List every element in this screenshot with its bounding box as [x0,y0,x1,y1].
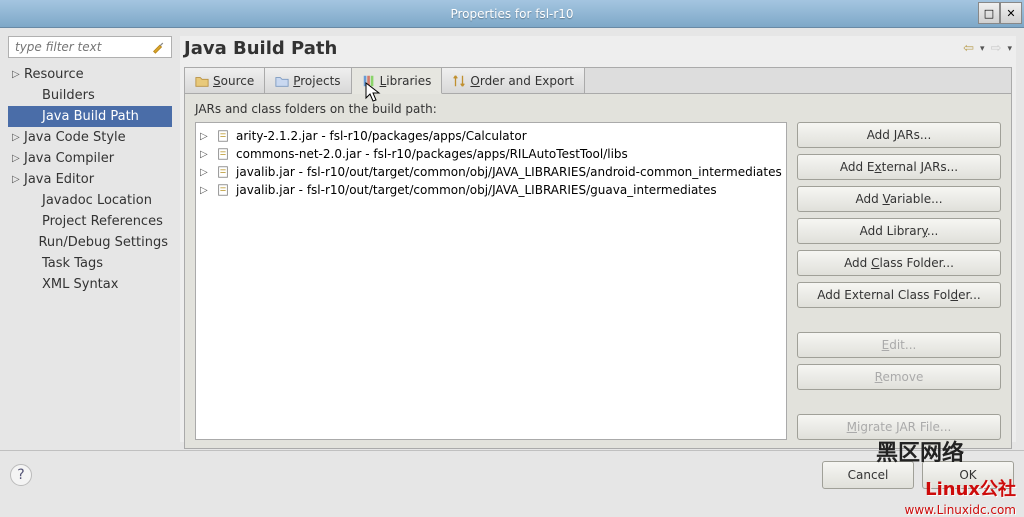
tree-item-label: Task Tags [42,256,103,271]
jar-file-icon [216,147,230,161]
tree-item-label: Project References [42,214,163,229]
tree-item-label: Java Build Path [42,109,139,124]
forward-icon: ⇨ [991,41,1002,56]
twisty-icon: ▷ [12,69,24,80]
twisty-icon: ▷ [200,185,210,196]
tree-item-label: Java Code Style [24,130,126,145]
left-panel: ▷ResourceBuildersJava Build Path▷Java Co… [8,36,172,442]
forward-menu-icon[interactable]: ▾ [1007,44,1012,54]
tree-item-xml-syntax[interactable]: XML Syntax [8,274,172,295]
window-title: Properties for fsl-r10 [450,7,573,21]
nav-arrows: ⇦ ▾ ⇨ ▾ [963,41,1012,56]
cancel-button[interactable]: Cancel [822,461,914,489]
tab-projects-label: rojects [300,74,340,88]
tab-projects[interactable]: Projects [265,68,351,93]
tree-item-label: Java Editor [24,172,94,187]
jar-row[interactable]: ▷ javalib.jar - fsl-r10/out/target/common… [200,163,782,181]
twisty-icon: ▷ [200,149,210,160]
tree-item-label: XML Syntax [42,277,118,292]
tab-source-label: ource [221,74,255,88]
watermark-url: www.Linuxidc.com [905,503,1016,517]
tab-source[interactable]: Source [185,68,265,93]
tree-item-java-editor[interactable]: ▷Java Editor [8,169,172,190]
tabs: Source Projects Libraries Order and Expo… [185,68,1011,94]
tree-item-label: Javadoc Location [42,193,152,208]
tree-item-run-debug-settings[interactable]: Run/Debug Settings [8,232,172,253]
window-controls: □ ✕ [978,2,1022,24]
page-title: Java Build Path [184,38,337,59]
jar-row[interactable]: ▷ commons-net-2.0.jar - fsl-r10/packages/… [200,145,782,163]
tab-container: Source Projects Libraries Order and Expo… [184,67,1012,449]
source-folder-icon [195,74,209,88]
filter-box [8,36,172,58]
filter-input[interactable] [15,40,135,54]
help-icon[interactable]: ? [10,464,32,486]
jar-file-icon [216,129,230,143]
nav-tree: ▷ResourceBuildersJava Build Path▷Java Co… [8,64,172,295]
add-external-class-folder-button[interactable]: Add External Class Folder... [797,282,1001,308]
jar-label: javalib.jar - fsl-r10/out/target/common/… [236,183,717,197]
jar-row[interactable]: ▷ arity-2.1.2.jar - fsl-r10/packages/apps… [200,127,782,145]
order-icon [452,74,466,88]
back-menu-icon[interactable]: ▾ [980,44,985,54]
tree-item-java-build-path[interactable]: Java Build Path [8,106,172,127]
add-library-button[interactable]: Add Library... [797,218,1001,244]
tab-order-label: rder and Export [480,74,574,88]
tree-item-java-code-style[interactable]: ▷Java Code Style [8,127,172,148]
migrate-button: Migrate JAR File... [797,414,1001,440]
jar-file-icon [216,165,230,179]
twisty-icon: ▷ [12,174,24,185]
ok-button[interactable]: OK [922,461,1014,489]
tree-item-label: Resource [24,67,84,82]
add-class-folder-button[interactable]: Add Class Folder... [797,250,1001,276]
tab-libraries[interactable]: Libraries [352,68,443,94]
button-column: Add JARs... Add External JARs... Add Var… [797,122,1001,440]
remove-button: Remove [797,364,1001,390]
jar-label: javalib.jar - fsl-r10/out/target/common/… [236,165,782,179]
add-external-jars-button[interactable]: Add External JARs... [797,154,1001,180]
add-jars-button[interactable]: Add JARs... [797,122,1001,148]
tab-libraries-label: ibraries [386,74,431,88]
tree-item-builders[interactable]: Builders [8,85,172,106]
tree-item-project-references[interactable]: Project References [8,211,172,232]
right-panel: Java Build Path ⇦ ▾ ⇨ ▾ Source Projects Li… [180,36,1016,442]
twisty-icon: ▷ [12,132,24,143]
jar-file-icon [216,183,230,197]
twisty-icon: ▷ [200,167,210,178]
jar-label: arity-2.1.2.jar - fsl-r10/packages/apps/… [236,129,527,143]
tree-item-label: Builders [42,88,95,103]
close-button[interactable]: ✕ [1000,2,1022,24]
titlebar: Properties for fsl-r10 □ ✕ [0,0,1024,28]
tree-item-task-tags[interactable]: Task Tags [8,253,172,274]
twisty-icon: ▷ [200,131,210,142]
edit-button: Edit... [797,332,1001,358]
tree-item-resource[interactable]: ▷Resource [8,64,172,85]
tree-item-javadoc-location[interactable]: Javadoc Location [8,190,172,211]
tree-item-java-compiler[interactable]: ▷Java Compiler [8,148,172,169]
jar-label: commons-net-2.0.jar - fsl-r10/packages/a… [236,147,628,161]
jar-row[interactable]: ▷ javalib.jar - fsl-r10/out/target/common… [200,181,782,199]
tree-item-label: Java Compiler [24,151,114,166]
jars-list[interactable]: ▷ arity-2.1.2.jar - fsl-r10/packages/apps… [195,122,787,440]
back-icon[interactable]: ⇦ [963,41,974,56]
projects-icon [275,74,289,88]
libraries-icon [362,74,376,88]
maximize-button[interactable]: □ [978,2,1000,24]
twisty-icon: ▷ [12,153,24,164]
clear-filter-icon[interactable] [151,40,165,54]
tab-order[interactable]: Order and Export [442,68,585,93]
add-variable-button[interactable]: Add Variable... [797,186,1001,212]
tree-item-label: Run/Debug Settings [38,235,168,250]
footer: ? Cancel OK [0,450,1024,498]
jars-header: JARs and class folders on the build path… [195,102,787,116]
